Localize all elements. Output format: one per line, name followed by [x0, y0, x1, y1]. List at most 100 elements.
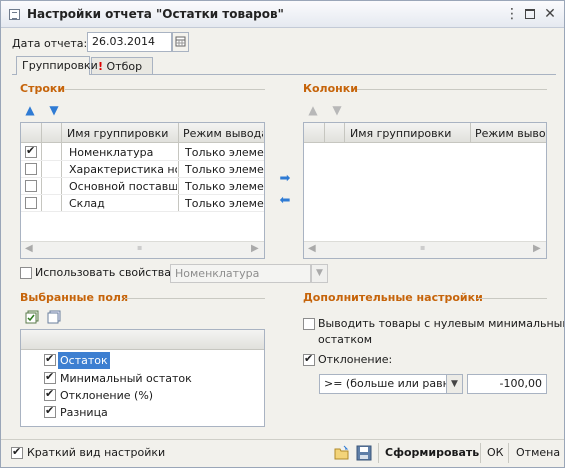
move-down-icon[interactable]: ▼	[330, 103, 344, 117]
table-row-mode[interactable]: Только элеме...	[185, 161, 264, 178]
use-properties-checkbox[interactable]	[20, 267, 32, 279]
scroll-grip-icon: ▪	[137, 243, 143, 252]
scroll-left-icon[interactable]: ◀	[308, 243, 316, 254]
warning-icon: !	[98, 60, 104, 73]
chevron-down-icon[interactable]: ▼	[311, 264, 328, 283]
extra-settings-title: Дополнительные настройки	[303, 291, 483, 304]
zero-min-checkbox[interactable]	[303, 318, 315, 330]
date-label: Дата отчета:	[12, 37, 88, 50]
list-item[interactable]: Отклонение (%)	[60, 387, 153, 404]
toolbar-separator	[378, 443, 379, 463]
move-up-icon[interactable]: ▲	[23, 103, 37, 117]
scroll-right-icon[interactable]: ▶	[533, 243, 541, 254]
columns-vline	[344, 123, 345, 143]
list-item[interactable]: Разница	[60, 404, 108, 421]
move-right-icon[interactable]: ➡	[278, 172, 292, 186]
columns-grid: Имя группировки Режим выво... ◀ ▪ ▶	[303, 122, 547, 259]
tab-groupings[interactable]: Группировки	[16, 56, 98, 75]
toolbar-separator	[508, 443, 509, 463]
rows-vline	[61, 123, 62, 211]
generate-button[interactable]: Сформировать	[385, 445, 479, 461]
row-checkbox[interactable]	[25, 163, 37, 175]
ok-button[interactable]: ОК	[487, 445, 503, 461]
properties-select[interactable]: Номенклатура	[170, 264, 311, 283]
move-left-icon[interactable]: ⬅	[278, 194, 292, 208]
tab-border	[12, 74, 556, 75]
columns-col-mode[interactable]: Режим выво...	[475, 125, 545, 142]
extra-divider	[477, 298, 547, 299]
selected-fields-divider	[125, 298, 265, 299]
tab-filter-label: Отбор	[106, 60, 143, 73]
table-row-name[interactable]: Характеристика но...	[69, 161, 177, 178]
tab-filter[interactable]: ! Отбор	[91, 57, 153, 75]
threshold-input[interactable]: -100,00	[467, 374, 547, 394]
window-title: Настройки отчета "Остатки товаров"	[27, 7, 284, 21]
condition-select[interactable]: >= (больше или равно)	[319, 374, 447, 394]
rows-section-title: Строки	[20, 82, 66, 95]
scroll-left-icon[interactable]: ◀	[25, 243, 33, 254]
close-icon[interactable]: ✕	[541, 5, 559, 23]
row-checkbox[interactable]	[25, 180, 37, 192]
selected-fields-title: Выбранные поля	[20, 291, 129, 304]
table-row-name[interactable]: Основной поставщ...	[69, 178, 177, 195]
save-icon[interactable]	[356, 445, 372, 461]
columns-col-name[interactable]: Имя группировки	[350, 125, 460, 142]
columns-vline	[470, 123, 471, 143]
move-up-icon[interactable]: ▲	[306, 103, 320, 117]
selected-fields-tree: Остаток Минимальный остаток Отклонение (…	[20, 329, 265, 427]
window-icon	[9, 9, 20, 20]
row-checkbox[interactable]	[25, 197, 37, 209]
rows-vline	[178, 123, 179, 211]
list-item[interactable]: Остаток	[58, 352, 110, 369]
row-divider	[21, 211, 264, 212]
short-view-label: Краткий вид настройки	[27, 446, 166, 459]
table-row-mode[interactable]: Только элеме...	[185, 144, 264, 161]
rows-hscrollbar[interactable]: ◀ ▪ ▶	[21, 241, 264, 258]
field-checkbox[interactable]	[44, 352, 56, 366]
rows-vline	[41, 123, 42, 211]
columns-vline	[324, 123, 325, 143]
selected-fields-header	[21, 330, 264, 350]
bottom-divider	[1, 439, 564, 440]
row-divider	[21, 177, 264, 178]
use-properties-label: Использовать свойства	[35, 266, 171, 279]
rows-grid: Имя группировки Режим вывода Номенклатур…	[20, 122, 265, 259]
maximize-icon[interactable]	[521, 5, 539, 23]
deviation-label: Отклонение:	[318, 353, 393, 366]
cancel-button[interactable]: Отмена	[516, 445, 560, 461]
field-checkbox[interactable]	[44, 370, 56, 384]
move-down-icon[interactable]: ▼	[47, 103, 61, 117]
rows-col-name[interactable]: Имя группировки	[67, 125, 177, 142]
table-row-name[interactable]: Номенклатура	[69, 144, 177, 161]
row-checkbox[interactable]	[25, 144, 37, 158]
more-icon[interactable]: ⋮	[503, 5, 521, 23]
chevron-down-icon[interactable]: ▼	[446, 374, 463, 394]
date-input[interactable]: 26.03.2014	[87, 32, 172, 52]
uncheck-all-icon[interactable]	[47, 310, 61, 324]
scroll-right-icon[interactable]: ▶	[251, 243, 259, 254]
deviation-checkbox[interactable]	[303, 352, 315, 366]
row-divider	[21, 194, 264, 195]
short-view-checkbox[interactable]	[11, 445, 23, 459]
columns-section-title: Колонки	[303, 82, 358, 95]
table-row-mode[interactable]: Только элеме...	[185, 178, 264, 195]
rows-col-mode[interactable]: Режим вывода	[183, 125, 263, 142]
scroll-grip-icon: ▪	[420, 243, 426, 252]
toolbar-separator	[480, 443, 481, 463]
table-row-mode[interactable]: Только элеме...	[185, 195, 264, 212]
check-all-icon[interactable]	[25, 310, 39, 324]
columns-divider	[357, 89, 547, 90]
calendar-button[interactable]	[172, 32, 189, 52]
open-folder-icon[interactable]	[334, 445, 350, 461]
columns-hscrollbar[interactable]: ◀ ▪ ▶	[304, 241, 546, 258]
zero-min-label: Выводить товары с нулевым минимальным	[318, 317, 565, 330]
field-checkbox[interactable]	[44, 404, 56, 418]
title-bar: Настройки отчета "Остатки товаров" ⋮ ✕	[1, 1, 564, 28]
table-row-name[interactable]: Склад	[69, 195, 177, 212]
rows-divider	[65, 89, 265, 90]
list-item[interactable]: Минимальный остаток	[60, 370, 192, 387]
settings-window: Настройки отчета "Остатки товаров" ⋮ ✕ Д…	[0, 0, 565, 468]
field-checkbox[interactable]	[44, 387, 56, 401]
calendar-icon	[175, 36, 186, 47]
row-divider	[21, 160, 264, 161]
